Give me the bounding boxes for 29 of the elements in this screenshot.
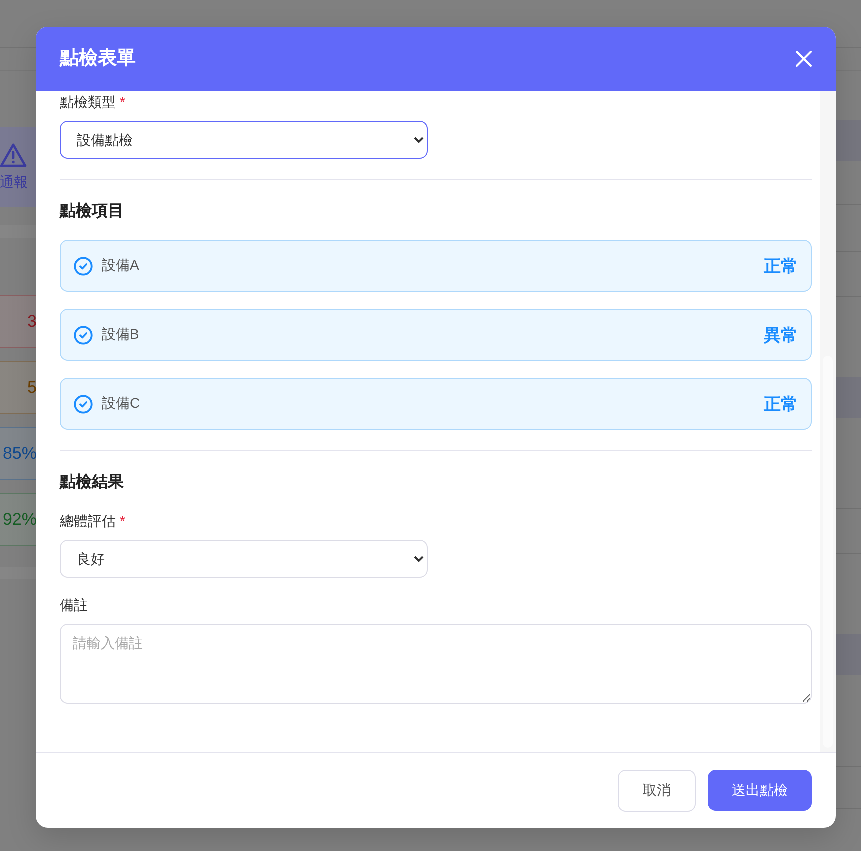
item-status: 異常 <box>764 324 798 346</box>
assessment-select[interactable]: 良好 <box>60 540 428 578</box>
item-status: 正常 <box>764 394 798 416</box>
stat-value: 92% <box>2 508 37 530</box>
scrollbar[interactable] <box>820 91 836 752</box>
close-icon <box>796 51 812 67</box>
item-status: 正常 <box>764 256 798 278</box>
inspection-item[interactable]: 設備B 異常 <box>60 309 812 361</box>
dialog-title: 點檢表單 <box>60 47 136 71</box>
cancel-button[interactable]: 取消 <box>618 770 696 812</box>
section-heading: 點檢項目 <box>60 202 124 222</box>
section-heading: 點檢結果 <box>60 472 124 493</box>
inspection-item[interactable]: 設備A 正常 <box>60 240 812 292</box>
item-name: 設備A <box>102 257 140 275</box>
required-mark: * <box>120 93 126 112</box>
stat-value: 5 <box>28 376 37 398</box>
required-mark: * <box>120 512 126 531</box>
inspection-item[interactable]: 設備C 正常 <box>60 378 812 430</box>
item-name: 設備C <box>102 395 142 413</box>
stat-value: 3 <box>28 310 37 332</box>
warning-icon <box>0 142 27 168</box>
remarks-field[interactable]: 請輸入備註 <box>60 624 812 704</box>
item-name: 設備B <box>102 326 140 344</box>
submit-button[interactable]: 送出點檢 <box>708 770 812 811</box>
stat-value: 85% <box>2 442 37 464</box>
field-label: 總體評估 <box>60 512 116 531</box>
field-label: 備註 <box>60 596 88 615</box>
field-label: 點檢類型 <box>60 93 116 112</box>
inspection-type-select[interactable]: 設備點檢 <box>60 121 428 159</box>
